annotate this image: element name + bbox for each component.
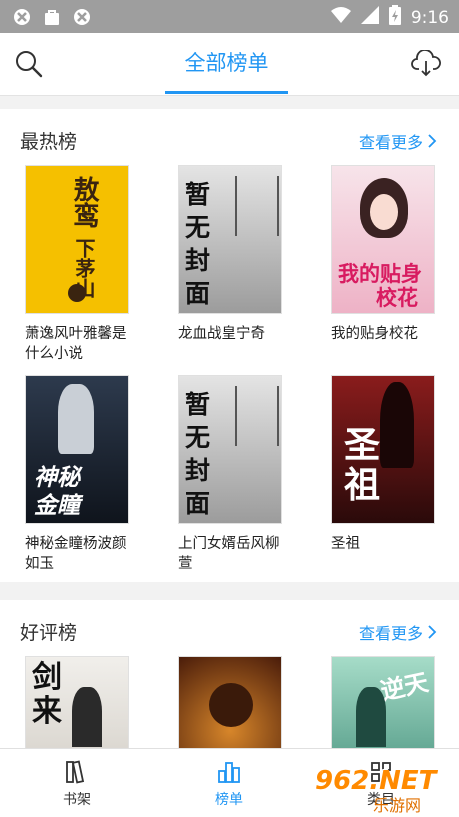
book-title: 萧逸风叶雅馨是什么小说 bbox=[25, 326, 127, 362]
chevron-right-icon bbox=[428, 134, 437, 148]
watermark: 962.NET 乐游网 bbox=[315, 766, 455, 816]
cloud-download-icon[interactable] bbox=[411, 49, 441, 78]
cover-title: 金瞳 bbox=[34, 493, 80, 519]
tab-all-rankings[interactable]: 全部榜单 bbox=[165, 47, 288, 77]
view-more-label: 查看更多 bbox=[358, 133, 423, 152]
character-graphic bbox=[380, 382, 414, 468]
book-title: 神秘金瞳杨波颜如玉 bbox=[25, 536, 127, 572]
view-more-button[interactable]: 查看更多 bbox=[359, 129, 437, 153]
cover-title: 暂无封面 bbox=[185, 390, 211, 518]
notification-icon bbox=[72, 7, 92, 27]
nav-label: 书架 bbox=[63, 792, 91, 808]
book-cover[interactable] bbox=[178, 656, 282, 748]
book-title: 上门女婿岳风柳萱 bbox=[178, 536, 280, 572]
book-item[interactable]: 剑来 bbox=[25, 656, 129, 748]
book-title: 龙血战皇宁奇 bbox=[178, 326, 265, 342]
status-bar: 9:16 bbox=[0, 0, 459, 33]
character-graphic bbox=[72, 687, 102, 747]
portrait-face bbox=[370, 194, 398, 230]
cover-title: 逆天 bbox=[378, 668, 431, 706]
character-graphic bbox=[209, 683, 253, 727]
section-top-rated: 好评榜 查看更多 剑来 逆天 bbox=[0, 600, 459, 748]
book-cover[interactable]: 暂无封面 bbox=[178, 165, 282, 314]
nav-bookshelf[interactable]: 书架 bbox=[37, 759, 117, 809]
book-item[interactable]: 神秘 金瞳 神秘金瞳杨波颜如玉 bbox=[25, 375, 129, 574]
book-cover[interactable]: 暂无封面 bbox=[178, 375, 282, 524]
nav-ranking[interactable]: 榜单 bbox=[189, 759, 269, 809]
book-item[interactable] bbox=[178, 656, 282, 748]
signal-icon bbox=[360, 6, 379, 29]
section-title: 最热榜 bbox=[20, 131, 78, 153]
battery-icon bbox=[388, 5, 401, 30]
cover-title: 暂无封面 bbox=[185, 180, 211, 308]
section-title: 好评榜 bbox=[20, 622, 78, 644]
shopping-bag-icon bbox=[42, 7, 62, 27]
book-item[interactable]: 我的贴身 校花 我的贴身校花 bbox=[331, 165, 435, 344]
bookshelf-icon bbox=[66, 760, 85, 784]
search-icon[interactable] bbox=[14, 49, 44, 79]
pavilion-graphic bbox=[235, 386, 279, 446]
book-cover[interactable]: 逆天 bbox=[331, 656, 435, 748]
book-title: 我的贴身校花 bbox=[331, 326, 418, 342]
book-item[interactable]: 暂无封面 上门女婿岳风柳萱 bbox=[178, 375, 282, 574]
book-title: 圣祖 bbox=[331, 536, 360, 552]
taiji-icon bbox=[68, 284, 86, 302]
pavilion-graphic bbox=[235, 176, 279, 236]
book-cover[interactable]: 敖鸾 下茅山 bbox=[25, 165, 129, 314]
cover-title: 剑来 bbox=[32, 660, 62, 729]
character-graphic bbox=[58, 384, 94, 454]
nav-label: 榜单 bbox=[215, 792, 243, 808]
book-item[interactable]: 敖鸾 下茅山 萧逸风叶雅馨是什么小说 bbox=[25, 165, 129, 364]
book-item[interactable]: 圣祖 圣祖 bbox=[331, 375, 435, 554]
cover-title: 敖鸾 bbox=[69, 176, 99, 228]
watermark-subtitle: 乐游网 bbox=[373, 796, 422, 815]
book-cover[interactable]: 圣祖 bbox=[331, 375, 435, 524]
notification-icon bbox=[12, 7, 32, 27]
cover-title: 校花 bbox=[376, 286, 418, 310]
top-bar: 全部榜单 bbox=[0, 33, 459, 96]
cover-title: 圣祖 bbox=[344, 425, 381, 506]
character-graphic bbox=[356, 687, 386, 747]
tab-indicator bbox=[165, 91, 288, 94]
section-hot: 最热榜 查看更多 敖鸾 下茅山 萧逸风叶雅馨是什么小说 暂无封面 龙血战皇宁奇 … bbox=[0, 109, 459, 582]
view-more-label: 查看更多 bbox=[358, 624, 423, 643]
status-time: 9:16 bbox=[410, 7, 449, 28]
bar-chart-icon bbox=[218, 762, 240, 783]
wifi-icon bbox=[330, 6, 351, 29]
view-more-button[interactable]: 查看更多 bbox=[359, 620, 437, 644]
book-item[interactable]: 逆天 bbox=[331, 656, 435, 748]
book-item[interactable]: 暂无封面 龙血战皇宁奇 bbox=[178, 165, 282, 344]
chevron-right-icon bbox=[428, 625, 437, 639]
book-cover[interactable]: 神秘 金瞳 bbox=[25, 375, 129, 524]
book-cover[interactable]: 剑来 bbox=[25, 656, 129, 748]
book-cover[interactable]: 我的贴身 校花 bbox=[331, 165, 435, 314]
